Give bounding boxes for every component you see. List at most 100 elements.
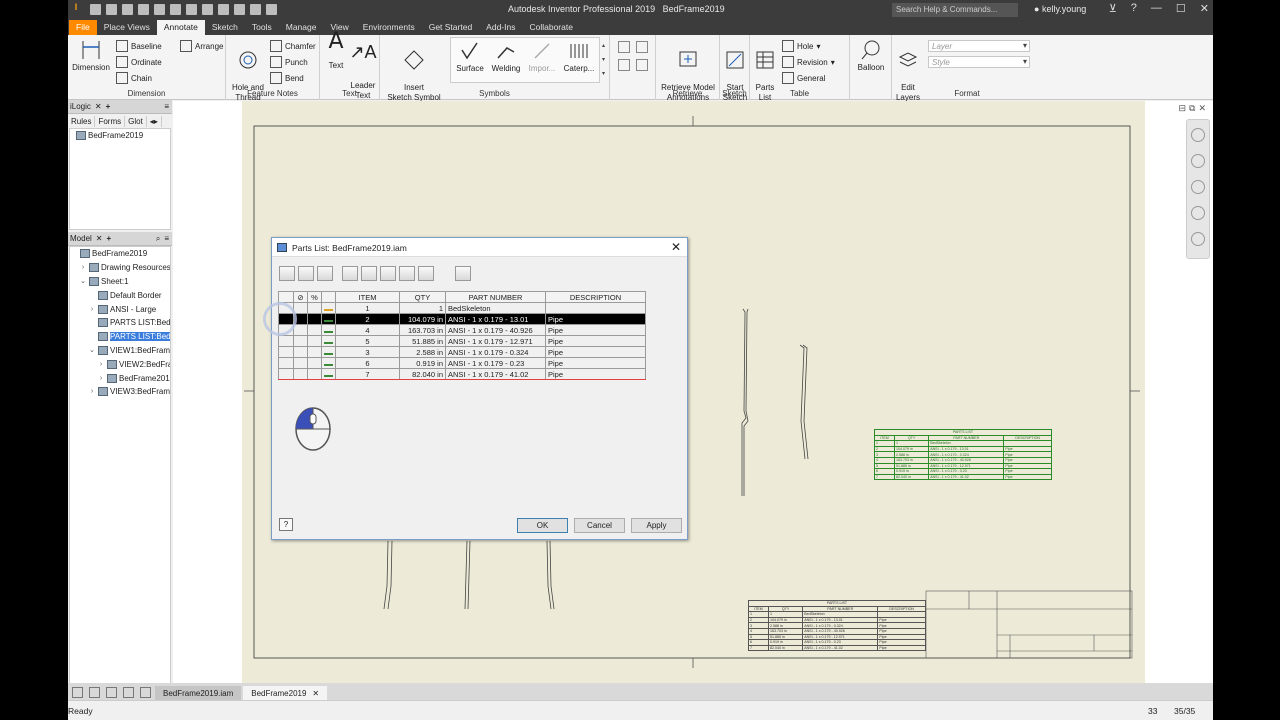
- tile-grid-icon[interactable]: [89, 687, 100, 698]
- scroll-arrows-icon[interactable]: ◂▸: [147, 115, 162, 127]
- layer-select[interactable]: Layer: [928, 40, 1030, 52]
- document-window-controls[interactable]: ⊟⧉✕: [1178, 103, 1209, 114]
- expand-icon[interactable]: ›: [79, 264, 87, 271]
- tab-annotate[interactable]: Annotate: [156, 20, 205, 35]
- tab-manage[interactable]: Manage: [279, 20, 324, 35]
- close-icon[interactable]: ✕: [312, 689, 319, 698]
- table-layout-icon[interactable]: [380, 266, 396, 281]
- tab-add-ins[interactable]: Add-Ins: [479, 20, 522, 35]
- find-cell[interactable]: [293, 346, 308, 358]
- tree-node[interactable]: › Drawing Resources: [70, 261, 170, 275]
- title-block-parts-list[interactable]: PARTS LIST ITEM QTY PART NUMBER DESCRIPTION 1…: [747, 600, 926, 652]
- group-settings-icon[interactable]: [455, 266, 471, 281]
- item-column-header[interactable]: ITEM: [335, 291, 400, 303]
- balloon-button[interactable]: Balloon: [852, 39, 890, 73]
- part-number-cell[interactable]: ANSI - 1 x 0.179 - 40.926: [445, 324, 546, 336]
- description-cell[interactable]: Pipe: [545, 357, 646, 369]
- document-menu-icon[interactable]: [140, 687, 151, 698]
- user-account[interactable]: ● kelly.young: [1034, 4, 1086, 14]
- parts-row[interactable]: 2 104.079 in ANSI - 1 x 0.179 - 13.01 Pipe: [278, 313, 646, 325]
- tab-file[interactable]: File: [69, 20, 97, 35]
- import-symbol-button[interactable]: Impor...: [525, 40, 559, 74]
- qty-cell[interactable]: 104.079 in: [399, 313, 446, 325]
- export-table-icon[interactable]: [361, 266, 377, 281]
- item-cell[interactable]: 7: [335, 368, 400, 380]
- dialog-title-bar[interactable]: Parts List: BedFrame2019.iam ✕: [272, 238, 687, 257]
- help-button[interactable]: ?: [279, 518, 293, 531]
- part-number-cell[interactable]: ANSI - 1 x 0.179 - 0.324: [445, 346, 546, 358]
- part-number-cell[interactable]: ANSI - 1 x 0.179 - 41.02: [445, 368, 546, 380]
- new-icon[interactable]: [90, 4, 101, 15]
- description-cell[interactable]: Pipe: [545, 335, 646, 347]
- part-number-cell[interactable]: BedSkeleton: [445, 302, 546, 314]
- zoom-window-icon[interactable]: [1191, 206, 1205, 220]
- tree-node[interactable]: › VIEW2:BedFram: [70, 357, 170, 371]
- description-column-header[interactable]: DESCRIPTION: [545, 291, 646, 303]
- description-cell[interactable]: Pipe: [545, 368, 646, 380]
- zoom-icon[interactable]: [1191, 180, 1205, 194]
- tab-forms[interactable]: Forms: [95, 115, 126, 127]
- expand-icon[interactable]: ⌄: [79, 277, 87, 285]
- save-icon[interactable]: [122, 4, 133, 15]
- visibility-checkbox[interactable]: [278, 357, 294, 369]
- sort-icon[interactable]: [342, 266, 358, 281]
- redo-icon[interactable]: [154, 4, 165, 15]
- qty-cell[interactable]: 82.040 in: [399, 368, 446, 380]
- menu-icon[interactable]: ≡: [164, 234, 169, 243]
- select-icon[interactable]: [218, 4, 229, 15]
- print-icon[interactable]: [186, 4, 197, 15]
- dimension-button[interactable]: Dimension: [70, 39, 112, 73]
- qty-cell[interactable]: 2.588 in: [399, 346, 446, 358]
- find-cell[interactable]: [293, 357, 308, 369]
- qty-cell[interactable]: 51.885 in: [399, 335, 446, 347]
- general-table-button[interactable]: General: [782, 72, 825, 84]
- surface-symbol-button[interactable]: Surface: [453, 40, 487, 74]
- part-number-column-header[interactable]: PART NUMBER: [445, 291, 546, 303]
- cart-icon[interactable]: ⊻: [1109, 2, 1117, 15]
- member-scope-icon[interactable]: [418, 266, 434, 281]
- description-cell[interactable]: [545, 302, 646, 314]
- minimize-button[interactable]: —: [1151, 2, 1162, 15]
- tab-tools[interactable]: Tools: [245, 20, 279, 35]
- home-icon[interactable]: [170, 4, 181, 15]
- center-mark-icon[interactable]: [618, 59, 630, 71]
- status-header[interactable]: [321, 291, 336, 303]
- tree-node[interactable]: › VIEW3:BedFrame20: [70, 385, 170, 399]
- override-header[interactable]: %: [307, 291, 322, 303]
- description-cell[interactable]: Pipe: [545, 346, 646, 358]
- tree-node[interactable]: PARTS LIST:BedFra: [70, 316, 170, 330]
- item-cell[interactable]: 5: [335, 335, 400, 347]
- parts-row[interactable]: 1 1 BedSkeleton: [278, 302, 646, 314]
- expand-icon[interactable]: ›: [88, 306, 96, 313]
- ilogic-panel-tab[interactable]: iLogic ✕ + ≡: [68, 100, 172, 114]
- close-icon[interactable]: ✕: [95, 102, 102, 111]
- visibility-header[interactable]: [278, 291, 294, 303]
- help-search-input[interactable]: Search Help & Commands...: [892, 3, 1018, 17]
- tree-node[interactable]: BedFrame2019: [70, 247, 170, 261]
- tree-node[interactable]: › ANSI - Large: [70, 302, 170, 316]
- part-number-cell[interactable]: ANSI - 1 x 0.179 - 12.971: [445, 335, 546, 347]
- centerline-bisector-icon[interactable]: [636, 41, 648, 53]
- tab-rules[interactable]: Rules: [68, 115, 96, 127]
- style-select[interactable]: Style: [928, 56, 1030, 68]
- centered-pattern-icon[interactable]: [636, 59, 648, 71]
- text-button[interactable]: A Text: [324, 31, 348, 71]
- item-cell[interactable]: 4: [335, 324, 400, 336]
- visibility-checkbox[interactable]: [278, 346, 294, 358]
- column-chooser-icon[interactable]: [298, 266, 314, 281]
- visibility-checkbox[interactable]: [278, 368, 294, 380]
- find-header[interactable]: ⊘: [293, 291, 308, 303]
- parts-row[interactable]: 3 2.588 in ANSI - 1 x 0.179 - 0.324 Pipe: [278, 346, 646, 358]
- part-number-cell[interactable]: ANSI - 1 x 0.179 - 13.01: [445, 313, 546, 325]
- cancel-button[interactable]: Cancel: [574, 518, 625, 533]
- expand-icon[interactable]: ⌄: [88, 346, 96, 354]
- filter-settings-icon[interactable]: [317, 266, 333, 281]
- tree-node[interactable]: Default Border: [70, 288, 170, 302]
- tree-node[interactable]: PARTS LIST:BedFra: [70, 330, 170, 344]
- close-button[interactable]: ✕: [1200, 2, 1209, 15]
- find-cell[interactable]: [293, 335, 308, 347]
- open-icon[interactable]: [106, 4, 117, 15]
- expand-icon[interactable]: ›: [97, 375, 105, 382]
- ordinate-button[interactable]: Ordinate: [116, 56, 162, 68]
- export-icon[interactable]: [279, 266, 295, 281]
